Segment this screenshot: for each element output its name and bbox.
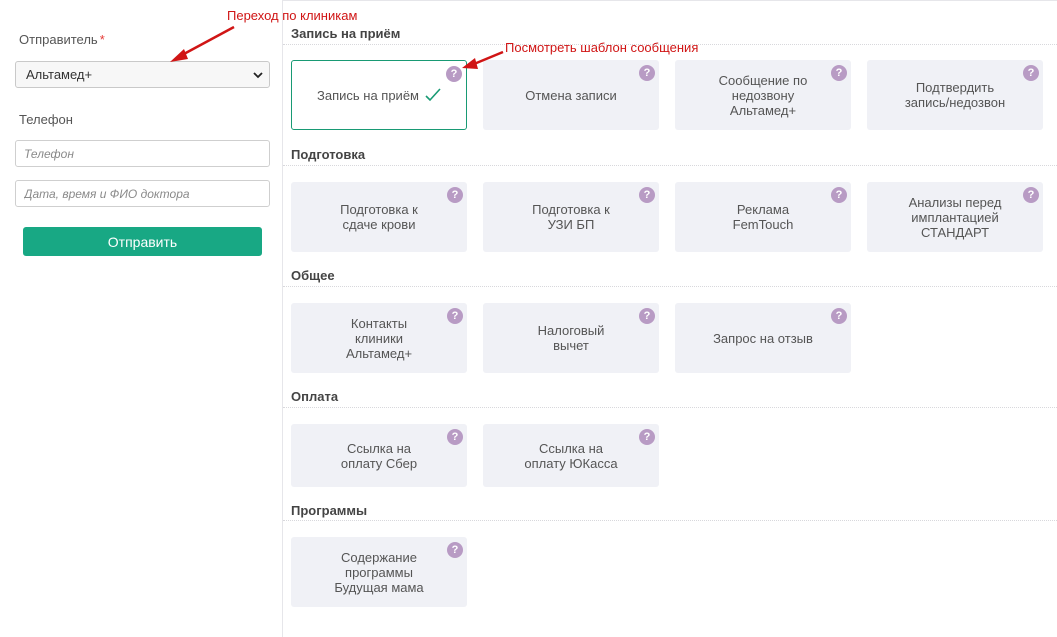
help-icon[interactable]: ? xyxy=(639,187,655,203)
help-icon[interactable]: ? xyxy=(831,308,847,324)
template-card-expecting-mother[interactable]: Содержание программы Будущая мама ? xyxy=(291,537,467,607)
card-label: Анализы перед имплантацией СТАНДАРТ xyxy=(908,194,1002,240)
help-icon[interactable]: ? xyxy=(446,66,462,82)
card-label: Отмена записи xyxy=(525,87,617,103)
send-button[interactable]: Отправить xyxy=(23,227,262,256)
annotation-clinic-switch: Переход по клиникам xyxy=(227,8,358,23)
template-card-blood-prep[interactable]: Подготовка к сдаче крови ? xyxy=(291,182,467,252)
template-card-femtouch[interactable]: Реклама FemTouch ? xyxy=(675,182,851,252)
template-card-ultrasound-prep[interactable]: Подготовка к УЗИ БП ? xyxy=(483,182,659,252)
template-card-confirm[interactable]: Подтвердить запись/недозвон ? xyxy=(867,60,1043,130)
help-icon[interactable]: ? xyxy=(639,308,655,324)
help-icon[interactable]: ? xyxy=(447,308,463,324)
details-input[interactable] xyxy=(15,180,270,207)
help-icon[interactable]: ? xyxy=(831,187,847,203)
sender-select[interactable]: Альтамед+ xyxy=(15,61,270,88)
phone-input[interactable] xyxy=(15,140,270,167)
card-label: Запрос на отзыв xyxy=(713,330,813,346)
card-label: Контакты клиники Альтамед+ xyxy=(345,315,413,361)
card-label: Содержание программы Будущая мама xyxy=(334,549,424,595)
card-label: Налоговый вычет xyxy=(537,323,605,353)
section-title-payment: Оплата xyxy=(291,389,339,404)
annotation-view-template: Посмотреть шаблон сообщения xyxy=(505,40,699,55)
section-title-preparation: Подготовка xyxy=(291,147,366,162)
section-divider xyxy=(283,407,1057,408)
phone-label: Телефон xyxy=(19,112,73,127)
card-label: Ссылка на оплату ЮКасса xyxy=(524,440,618,471)
section-title-general: Общее xyxy=(291,268,335,283)
card-label: Реклама FemTouch xyxy=(732,202,794,232)
template-card-tax-deduction[interactable]: Налоговый вычет ? xyxy=(483,303,659,373)
top-divider xyxy=(283,0,1057,1)
required-mark: * xyxy=(99,32,105,47)
card-label: Подготовка к УЗИ БП xyxy=(532,202,610,232)
section-divider xyxy=(283,286,1057,287)
section-title-appointment: Запись на приём xyxy=(291,26,401,41)
card-label: Запись на приём xyxy=(317,87,419,103)
help-icon[interactable]: ? xyxy=(1023,65,1039,81)
section-divider xyxy=(283,520,1057,521)
template-card-pay-sber[interactable]: Ссылка на оплату Сбер ? xyxy=(291,424,467,487)
template-card-implant-tests[interactable]: Анализы перед имплантацией СТАНДАРТ ? xyxy=(867,182,1043,252)
sender-label: Отправитель * xyxy=(19,32,105,47)
help-icon[interactable]: ? xyxy=(639,429,655,445)
help-icon[interactable]: ? xyxy=(831,65,847,81)
help-icon[interactable]: ? xyxy=(447,542,463,558)
help-icon[interactable]: ? xyxy=(1023,187,1039,203)
sidebar-form xyxy=(0,0,283,637)
card-label: Сообщение по недозвону Альтамед+ xyxy=(718,72,808,118)
template-card-appointment[interactable]: Запись на приём ? xyxy=(291,60,467,130)
check-icon xyxy=(425,88,441,102)
template-card-missed-call[interactable]: Сообщение по недозвону Альтамед+ ? xyxy=(675,60,851,130)
template-card-pay-yookassa[interactable]: Ссылка на оплату ЮКасса ? xyxy=(483,424,659,487)
chevron-down-icon xyxy=(253,72,263,79)
sender-select-value: Альтамед+ xyxy=(26,67,93,82)
card-label: Ссылка на оплату Сбер xyxy=(340,440,418,471)
help-icon[interactable]: ? xyxy=(639,65,655,81)
help-icon[interactable]: ? xyxy=(447,187,463,203)
card-label: Подготовка к сдаче крови xyxy=(340,202,418,232)
section-divider xyxy=(283,165,1057,166)
help-icon[interactable]: ? xyxy=(447,429,463,445)
template-card-cancel[interactable]: Отмена записи ? xyxy=(483,60,659,130)
section-title-programs: Программы xyxy=(291,503,368,518)
card-label: Подтвердить запись/недозвон xyxy=(904,80,1006,110)
template-card-review-request[interactable]: Запрос на отзыв ? xyxy=(675,303,851,373)
template-card-contacts[interactable]: Контакты клиники Альтамед+ ? xyxy=(291,303,467,373)
